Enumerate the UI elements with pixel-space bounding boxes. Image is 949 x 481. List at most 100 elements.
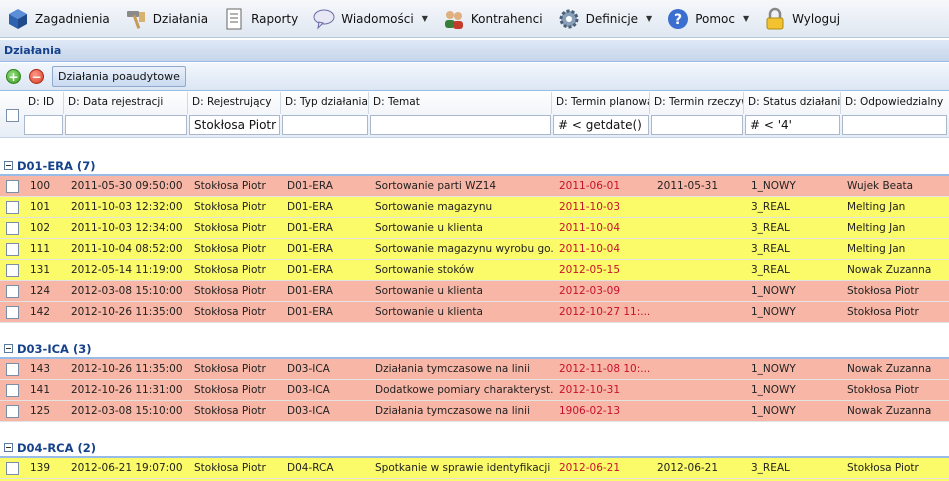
cell-registration-date: 2011-10-04 08:52:00 — [71, 243, 183, 255]
menu-kontrahenci[interactable]: Kontrahenci — [440, 4, 547, 34]
dropdown-arrow-icon[interactable]: ▼ — [743, 14, 749, 23]
cell-registrant: Stokłosa Piotr — [194, 405, 266, 417]
column-header-responsible[interactable]: D: Odpowiedzialny — [841, 92, 949, 114]
row-checkbox[interactable] — [6, 285, 19, 298]
row-checkbox[interactable] — [6, 384, 19, 397]
cell-responsible: Melting Jan — [847, 201, 906, 213]
table-row[interactable]: 143 2012-10-26 11:35:00 Stokłosa Piotr D03-… — [0, 359, 949, 380]
row-checkbox[interactable] — [6, 243, 19, 256]
cell-registration-date: 2012-10-26 11:35:00 — [71, 363, 183, 375]
cell-planned-date: 2011-10-03 — [559, 201, 621, 213]
table-row[interactable]: 101 2011-10-03 12:32:00 Stokłosa Piotr D01-… — [0, 197, 949, 218]
menu-label: Wiadomości — [341, 11, 414, 26]
column-header-topic[interactable]: D: Temat — [369, 92, 552, 114]
row-checkbox[interactable] — [6, 462, 19, 475]
cell-responsible: Nowak Zuzanna — [847, 405, 932, 417]
filter-input-actual-date[interactable] — [651, 115, 743, 135]
menu-dzialania[interactable]: Działania — [122, 4, 212, 34]
column-header-registration-date[interactable]: D: Data rejestracji — [64, 92, 188, 114]
cell-action-type: D03-ICA — [287, 405, 330, 417]
cell-action-type: D01-ERA — [287, 306, 333, 318]
menu-raporty[interactable]: Raporty — [220, 4, 302, 34]
collapse-icon[interactable] — [4, 443, 13, 452]
cell-topic: Sortowanie stoków — [375, 264, 475, 276]
cell-planned-date: 2012-10-27 11:... — [559, 306, 651, 318]
column-header-actual-date[interactable]: D: Termin rzeczywisty — [650, 92, 744, 114]
row-checkbox[interactable] — [6, 306, 19, 319]
cell-registration-date: 2012-03-08 15:10:00 — [71, 285, 183, 297]
table-row[interactable]: 125 2012-03-08 15:10:00 Stokłosa Piotr D03-… — [0, 401, 949, 422]
cell-responsible: Stokłosa Piotr — [847, 285, 919, 297]
collapse-icon[interactable] — [4, 344, 13, 353]
cell-action-type: D01-ERA — [287, 285, 333, 297]
menu-definicje[interactable]: Definicje ▼ — [555, 4, 657, 34]
cell-status: 1_NOWY — [751, 306, 796, 318]
cell-status: 1_NOWY — [751, 180, 796, 192]
collapse-icon[interactable] — [4, 161, 13, 170]
filter-input-id[interactable] — [24, 115, 63, 135]
cell-registration-date: 2011-10-03 12:32:00 — [71, 201, 183, 213]
cell-actual-date — [657, 260, 747, 281]
column-header-action-type[interactable]: D: Typ działania — [281, 92, 369, 114]
menu-zagadnienia[interactable]: Zagadnienia — [4, 4, 114, 34]
group-header[interactable]: D01-ERA (7) — [0, 154, 949, 176]
cell-action-type: D04-RCA — [287, 462, 334, 474]
table-row[interactable]: 100 2011-05-30 09:50:00 Stokłosa Piotr D01-… — [0, 176, 949, 197]
cell-planned-date: 2011-10-04 — [559, 222, 621, 234]
cell-action-type: D01-ERA — [287, 243, 333, 255]
cell-topic: Sortowanie u klienta — [375, 285, 483, 297]
column-header-planned-date[interactable]: D: Termin planowany — [552, 92, 650, 114]
row-checkbox[interactable] — [6, 180, 19, 193]
menu-label: Definicje — [585, 11, 639, 26]
cell-id: 100 — [30, 180, 51, 192]
table-row[interactable]: 139 2012-06-21 19:07:00 Stokłosa Piotr D04-… — [0, 458, 949, 479]
cell-id: 101 — [30, 201, 51, 213]
menu-label: Zagadnienia — [35, 11, 110, 26]
cell-planned-date: 2011-06-01 — [559, 180, 621, 192]
row-checkbox[interactable] — [6, 264, 19, 277]
cell-topic: Spotkanie w sprawie identyfikacji ... — [375, 462, 553, 474]
cell-id: 102 — [30, 222, 51, 234]
remove-icon[interactable]: − — [29, 69, 44, 84]
menu-wiadomosci[interactable]: Wiadomości ▼ — [310, 4, 432, 34]
column-header-id[interactable]: D: ID — [24, 92, 64, 114]
row-checkbox[interactable] — [6, 222, 19, 235]
filter-input-registration-date[interactable] — [65, 115, 187, 135]
cell-actual-date: 2011-05-31 — [657, 180, 719, 192]
filter-input-topic[interactable] — [370, 115, 551, 135]
group-header[interactable]: D03-ICA (3) — [0, 337, 949, 359]
dropdown-arrow-icon[interactable]: ▼ — [646, 14, 652, 23]
filter-input-action-type[interactable] — [282, 115, 368, 135]
column-header-registrant[interactable]: D: Rejestrujący — [188, 92, 281, 114]
table-row[interactable]: 102 2011-10-03 12:34:00 Stokłosa Piotr D01-… — [0, 218, 949, 239]
cell-topic: Sortowanie magazynu wyrobu go... — [375, 243, 553, 255]
cell-id: 139 — [30, 462, 51, 474]
add-icon[interactable]: + — [6, 69, 21, 84]
cell-registration-date: 2012-06-21 19:07:00 — [71, 462, 183, 474]
column-header-status[interactable]: D: Status działania — [744, 92, 841, 114]
select-all-checkbox[interactable] — [6, 109, 19, 122]
menu-wyloguj[interactable]: Wyloguj — [761, 4, 844, 34]
table-row[interactable]: 111 2011-10-04 08:52:00 Stokłosa Piotr D01-… — [0, 239, 949, 260]
filter-input-status[interactable]: # < '4' — [745, 115, 840, 135]
cell-status: 3_REAL — [751, 264, 790, 276]
cell-action-type: D01-ERA — [287, 264, 333, 276]
row-checkbox[interactable] — [6, 363, 19, 376]
filter-input-planned-date[interactable]: # < getdate() — [553, 115, 649, 135]
help-icon: ? — [666, 7, 690, 31]
group-header[interactable]: D04-RCA (2) — [0, 436, 949, 458]
cell-responsible: Nowak Zuzanna — [847, 363, 932, 375]
table-row[interactable]: 142 2012-10-26 11:35:00 Stokłosa Piotr D01-… — [0, 302, 949, 323]
cell-responsible: Melting Jan — [847, 243, 906, 255]
table-row[interactable]: 141 2012-10-26 11:31:00 Stokłosa Piotr D03-… — [0, 380, 949, 401]
row-checkbox[interactable] — [6, 405, 19, 418]
dropdown-arrow-icon[interactable]: ▼ — [422, 14, 428, 23]
filter-input-registrant[interactable]: Stokłosa Piotr — [189, 115, 280, 135]
post-audit-actions-button[interactable]: Działania poaudytowe — [52, 66, 186, 87]
table-row[interactable]: 131 2012-05-14 11:19:00 Stokłosa Piotr D01-… — [0, 260, 949, 281]
table-row[interactable]: 124 2012-03-08 15:10:00 Stokłosa Piotr D01-… — [0, 281, 949, 302]
cell-id: 125 — [30, 405, 51, 417]
menu-pomoc[interactable]: ? Pomoc ▼ — [664, 4, 753, 34]
row-checkbox[interactable] — [6, 201, 19, 214]
filter-input-responsible[interactable] — [842, 115, 947, 135]
